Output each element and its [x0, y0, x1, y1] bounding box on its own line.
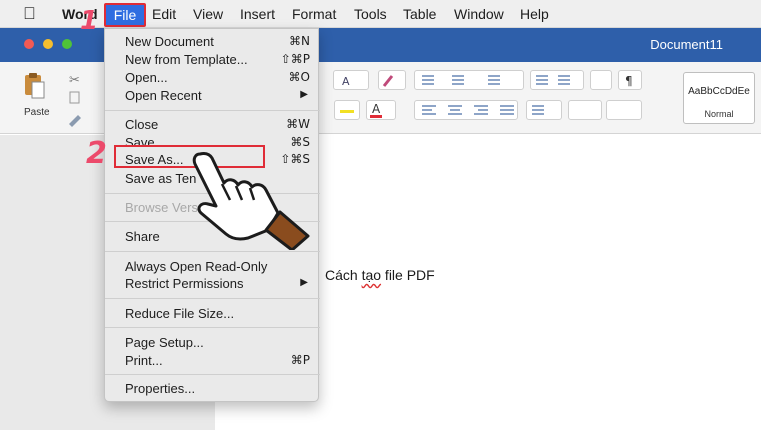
svg-text:✂: ✂	[69, 73, 80, 88]
menu-item-label: Properties...	[125, 381, 196, 396]
close-window-button[interactable]	[24, 39, 34, 49]
menu-item-new-from-template[interactable]: New from Template... ⇧⌘P	[105, 50, 320, 69]
paragraph-format-icons: ¶	[422, 74, 633, 115]
hand-pointer-icon	[192, 152, 310, 250]
menu-format[interactable]: Format	[292, 6, 336, 22]
menu-item-label: Open...	[125, 70, 168, 85]
style-name: Normal	[704, 109, 734, 119]
menu-item-label: Always Open Read-Only	[125, 259, 268, 274]
menu-item-page-setup[interactable]: Page Setup...	[105, 333, 320, 352]
submenu-arrow-icon: ▶	[300, 89, 308, 100]
menu-tools[interactable]: Tools	[354, 6, 387, 22]
menu-insert[interactable]: Insert	[240, 6, 275, 22]
menu-item-label: New Document	[125, 34, 214, 49]
step-number-1: 1	[80, 6, 99, 36]
minimize-window-button[interactable]	[43, 39, 53, 49]
document-text-part: file PDF	[381, 267, 435, 283]
menu-window[interactable]: Window	[454, 6, 504, 22]
misspelled-word: tạo	[361, 267, 382, 283]
menu-help[interactable]: Help	[520, 6, 549, 22]
menu-table[interactable]: Table	[403, 6, 436, 22]
font-format-icons: A A	[340, 75, 394, 118]
menu-item-label: Restrict Permissions	[125, 276, 244, 291]
menu-item-label: Share	[125, 229, 160, 244]
menu-item-close[interactable]: Close ⌘W	[105, 115, 320, 134]
menu-separator	[105, 251, 320, 252]
menu-item-label: Page Setup...	[125, 335, 204, 350]
menu-item-shortcut: ⌘O	[288, 70, 310, 84]
menu-item-shortcut: ⌘W	[286, 117, 310, 131]
menu-item-open[interactable]: Open... ⌘O	[105, 68, 320, 87]
menu-file[interactable]: File	[104, 3, 146, 27]
document-title: Document11	[650, 37, 723, 52]
menu-item-label: Close	[125, 117, 159, 132]
style-normal[interactable]: AaBbCcDdEe Normal	[683, 72, 755, 124]
menu-view[interactable]: View	[193, 6, 223, 22]
svg-text:A: A	[372, 102, 381, 116]
menu-item-print[interactable]: Print... ⌘P	[105, 351, 320, 370]
svg-text:A: A	[342, 75, 350, 88]
paste-icon[interactable]	[24, 72, 46, 100]
menu-item-label: Open Recent	[125, 88, 202, 103]
menu-separator	[105, 374, 320, 375]
step-number-2: 2	[86, 136, 107, 171]
document-text-part: Cách	[325, 267, 362, 283]
document-text[interactable]: Cách tạo file PDF	[325, 267, 435, 283]
menu-file-label: File	[113, 7, 137, 23]
paste-label: Paste	[24, 107, 50, 118]
menu-edit[interactable]: Edit	[152, 6, 176, 22]
menu-item-reduce-file-size[interactable]: Reduce File Size...	[105, 304, 320, 323]
menu-item-shortcut: ⇧⌘P	[280, 52, 310, 66]
macos-menu-bar:  Word File Edit View Insert Format Tool…	[0, 0, 761, 28]
svg-text:¶: ¶	[625, 74, 633, 88]
submenu-arrow-icon: ▶	[300, 277, 308, 288]
menu-item-label: Reduce File Size...	[125, 306, 235, 321]
menu-item-open-recent[interactable]: Open Recent ▶	[105, 86, 320, 105]
menu-separator	[105, 110, 320, 111]
zoom-window-button[interactable]	[62, 39, 72, 49]
menu-item-shortcut: ⌘N	[289, 34, 310, 48]
menu-item-shortcut: ⌘S	[290, 135, 310, 149]
apple-icon[interactable]: 	[23, 4, 36, 24]
menu-separator	[105, 298, 320, 299]
menu-item-shortcut: ⌘P	[290, 353, 310, 367]
clipboard-tools-icons[interactable]: ✂	[66, 72, 84, 132]
style-sample-text: AaBbCcDdEe	[688, 86, 750, 97]
menu-item-restrict-permissions[interactable]: Restrict Permissions ▶	[105, 274, 320, 293]
menu-item-label: New from Template...	[125, 52, 248, 67]
menu-item-label: Print...	[125, 353, 163, 368]
menu-separator	[105, 327, 320, 328]
menu-item-properties[interactable]: Properties...	[105, 379, 320, 398]
menu-item-new-document[interactable]: New Document ⌘N	[105, 32, 320, 51]
